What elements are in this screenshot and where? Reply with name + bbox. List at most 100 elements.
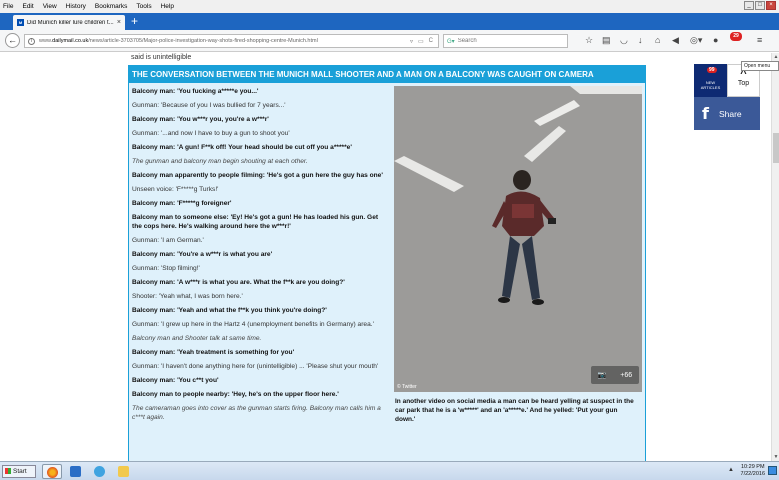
transcript-line: Shooter: 'Yeah what, I was born here.' xyxy=(132,293,243,300)
url-domain: dailymail.co.uk xyxy=(52,38,89,44)
send-icon[interactable]: ◀ xyxy=(672,35,679,46)
transcript-line: Balcony man to someone else: 'Ey! He's g… xyxy=(132,214,379,230)
menu-edit[interactable]: Edit xyxy=(22,3,33,10)
clock-time: 10:29 PM xyxy=(740,464,765,470)
hamburger-menu-icon[interactable]: ≡ xyxy=(757,35,762,45)
dropdown-arrow-icon[interactable]: ▿ xyxy=(410,38,413,45)
new-articles-label-2: ARTICLES xyxy=(700,84,721,90)
url-path: /news/article-3703705/Major-police-inves… xyxy=(88,38,318,44)
search-bar[interactable]: G▾ xyxy=(443,34,568,48)
tab-strip: M Did Munich killer lure children t... ×… xyxy=(0,13,779,30)
new-tab-button[interactable]: + xyxy=(131,14,138,28)
tab-article[interactable]: M Did Munich killer lure children t... × xyxy=(13,15,125,30)
transcript-line: Balcony man: 'A w***r is what you are. W… xyxy=(132,279,345,286)
facebook-icon: f xyxy=(702,104,709,123)
article-box: THE CONVERSATION BETWEEN THE MUNICH MALL… xyxy=(128,65,646,461)
article-box-header: THE CONVERSATION BETWEEN THE MUNICH MALL… xyxy=(129,66,645,83)
preceding-text: said is unintelligible xyxy=(131,54,192,61)
photo-caption: In another video on social media a man c… xyxy=(395,398,634,423)
share-label: Share xyxy=(718,108,742,119)
taskbar-firefox[interactable] xyxy=(42,464,62,479)
transcript-line: Balcony man: 'You w***r you, you're a w*… xyxy=(132,116,269,123)
search-engine-icon[interactable]: G▾ xyxy=(447,38,455,45)
bookmark-star-icon[interactable]: ☆ xyxy=(585,35,593,46)
new-articles-button[interactable]: 99 NEW ARTICLES xyxy=(694,64,727,97)
home-icon[interactable]: ⌂ xyxy=(655,35,660,45)
menu-file[interactable]: File xyxy=(3,3,13,10)
back-arrow-icon: ← xyxy=(8,35,17,45)
taskbar-app[interactable] xyxy=(66,464,86,479)
transcript-line: Balcony man: 'You fucking a*****e you...… xyxy=(132,88,259,95)
page-content: said is unintelligible THE CONVERSATION … xyxy=(0,53,771,461)
scroll-down-arrow-icon[interactable]: ▼ xyxy=(772,453,779,461)
downloads-icon[interactable]: ↓ xyxy=(638,35,643,45)
tab-close-icon[interactable]: × xyxy=(117,19,121,26)
system-clock[interactable]: 10:29 PM 7/22/2016 xyxy=(741,464,765,478)
search-input[interactable] xyxy=(457,38,548,44)
notification-badge[interactable]: 29 xyxy=(730,32,742,41)
transcript-line: Unseen voice: 'F*****g Turks!' xyxy=(132,186,219,193)
transcript-line: Balcony man to people nearby: 'Hey, he's… xyxy=(132,391,339,398)
taskbar-explorer[interactable] xyxy=(114,464,134,479)
tab-title: Did Munich killer lure children t... xyxy=(27,19,114,26)
car-park-scene xyxy=(394,86,642,392)
conversation-transcript: Balcony man: 'You fucking a*****e you...… xyxy=(129,83,391,461)
firefox-icon xyxy=(47,467,58,478)
back-button[interactable]: ← xyxy=(5,33,20,48)
transcript-line: Balcony man: 'You're a w***r is what you… xyxy=(132,251,273,258)
camera-icon: 📷 xyxy=(597,372,607,379)
transcript-line: Gunman: 'I haven't done anything here fo… xyxy=(132,363,379,370)
menu-tools[interactable]: Tools xyxy=(136,3,151,10)
open-menu-tooltip: Open menu xyxy=(741,61,779,71)
dailymail-favicon-icon: M xyxy=(17,19,24,26)
info-icon[interactable]: i xyxy=(28,37,35,45)
menu-bar: File Edit View History Bookmarks Tools H… xyxy=(0,0,779,13)
taskbar-ie[interactable] xyxy=(90,464,110,479)
start-label: Start xyxy=(13,468,27,475)
window-controls: _ □ × xyxy=(744,1,776,10)
navigation-bar: ← i www.dailymail.co.uk/news/article-370… xyxy=(0,30,779,52)
menu-help[interactable]: Help xyxy=(161,3,174,10)
transcript-line: Balcony man: 'You c**t you' xyxy=(132,377,219,384)
transcript-line: Balcony man: 'F*****g foreigner' xyxy=(132,200,232,207)
url-prefix: www. xyxy=(39,38,53,44)
facebook-share-button[interactable]: f Share xyxy=(694,97,760,130)
pocket-icon[interactable]: ◡ xyxy=(620,35,628,46)
gallery-count: +66 xyxy=(620,371,633,379)
transcript-line: Balcony man and Shooter talk at same tim… xyxy=(132,335,262,342)
app-icon xyxy=(70,466,81,477)
menu-view[interactable]: View xyxy=(43,3,57,10)
transcript-line: Balcony man: 'Yeah and what the f**k you… xyxy=(132,307,327,314)
transcript-line: Balcony man: 'A gun! F**k off! Your head… xyxy=(132,144,352,151)
transcript-line: Balcony man apparently to people filming… xyxy=(132,172,383,179)
scrollbar-thumb[interactable] xyxy=(773,133,779,163)
reading-list-icon[interactable]: ▤ xyxy=(602,35,611,46)
extension-icon[interactable]: ● xyxy=(713,35,718,45)
new-articles-count: 99 xyxy=(707,67,717,73)
start-button[interactable]: Start xyxy=(2,465,36,478)
menu-bookmarks[interactable]: Bookmarks xyxy=(95,3,128,10)
top-label: Top xyxy=(737,80,750,87)
close-window-icon[interactable]: × xyxy=(766,1,776,10)
clock-date: 7/22/2016 xyxy=(740,471,765,477)
addon-icon[interactable]: ◎▾ xyxy=(690,35,702,46)
url-text: www.dailymail.co.uk/news/article-3703705… xyxy=(39,38,410,44)
maximize-icon[interactable]: □ xyxy=(755,1,765,10)
reload-icon[interactable]: C xyxy=(429,38,433,44)
show-desktop-button[interactable] xyxy=(768,466,777,475)
menu-history[interactable]: History xyxy=(66,3,86,10)
minimize-icon[interactable]: _ xyxy=(744,1,754,10)
floating-widget: 99 NEW ARTICLES ^ Top f Share xyxy=(694,64,760,130)
scroll-up-arrow-icon[interactable]: ▲ xyxy=(772,53,779,61)
action-center-icon[interactable]: ▲ xyxy=(728,467,734,473)
gallery-button[interactable]: 📷 +66 xyxy=(591,366,639,384)
shooter-photo[interactable]: © Twitter 📷 +66 xyxy=(394,86,642,392)
transcript-line: Balcony man: 'Yeah treatment is somethin… xyxy=(132,349,295,356)
reader-view-icon[interactable]: ▭ xyxy=(418,38,424,45)
transcript-line: Gunman: '...and now I have to buy a gun … xyxy=(132,130,290,137)
transcript-line: Gunman: 'I am German.' xyxy=(132,237,204,244)
vertical-scrollbar[interactable]: ▲ ▼ xyxy=(771,53,779,461)
internet-explorer-icon xyxy=(94,466,105,477)
url-bar[interactable]: i www.dailymail.co.uk/news/article-37037… xyxy=(24,34,439,48)
windows-logo-icon xyxy=(5,468,11,475)
